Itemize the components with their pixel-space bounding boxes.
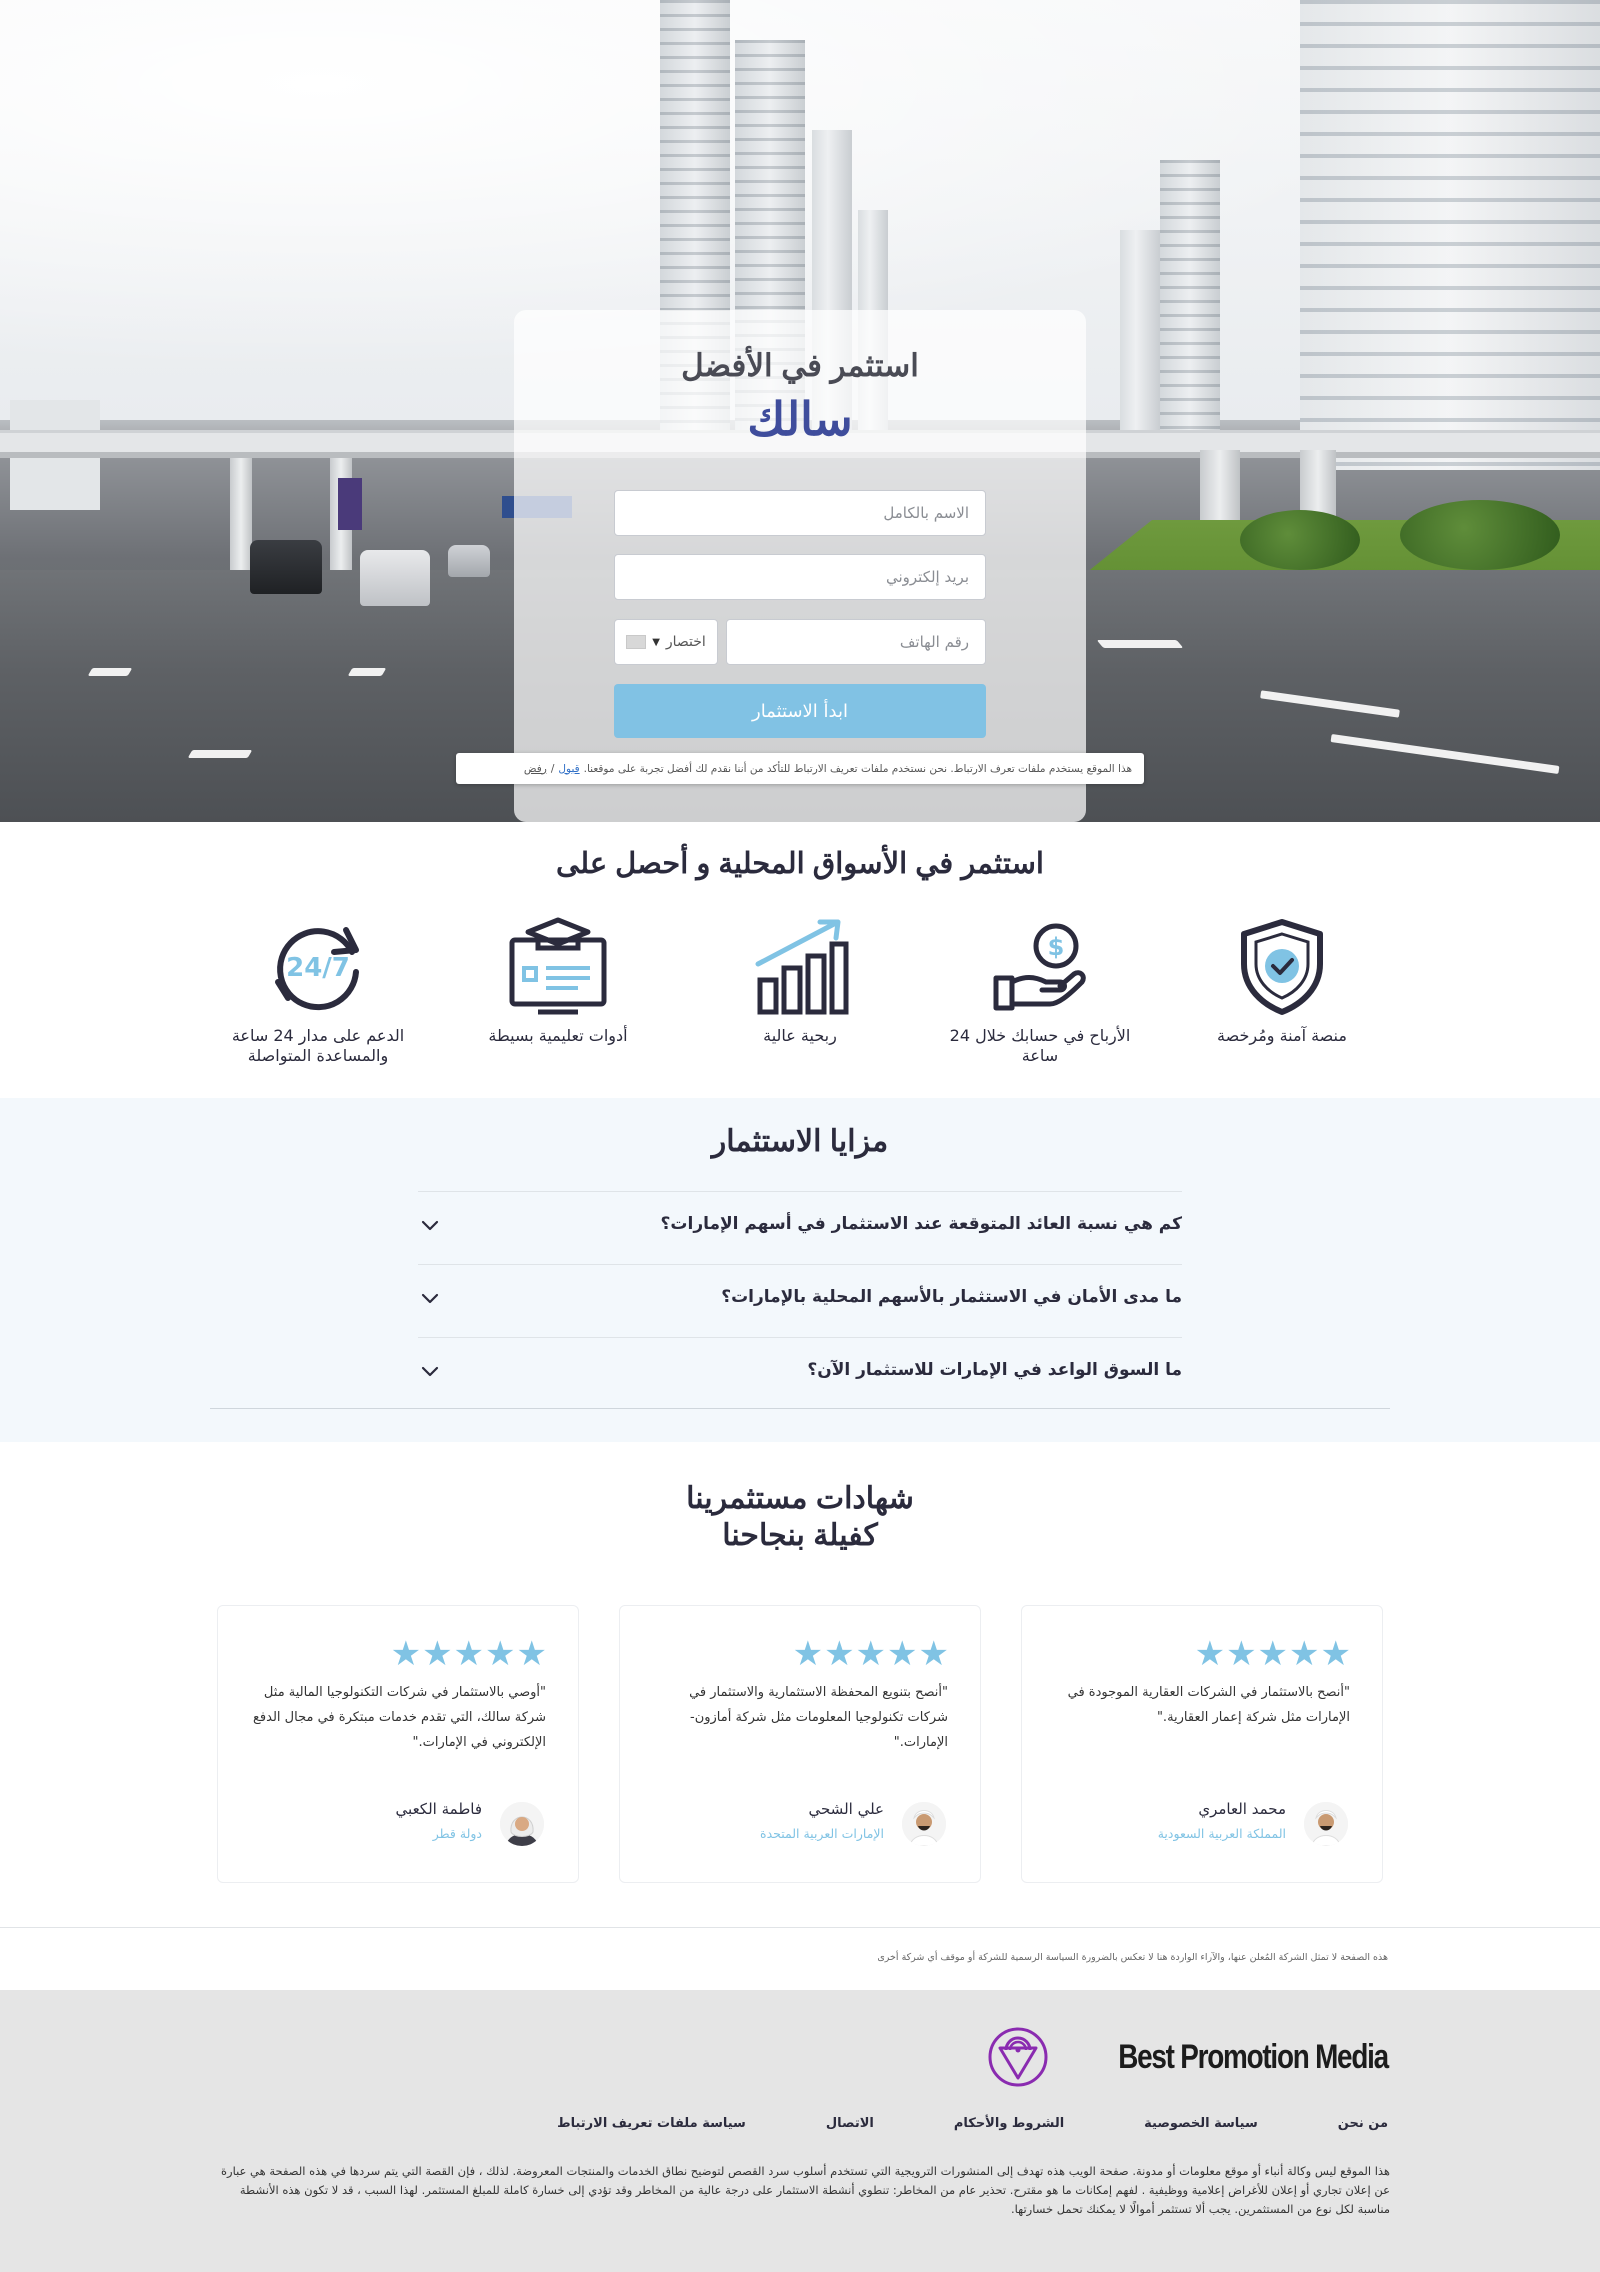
testimonial-name: محمد العامري: [1198, 1800, 1286, 1818]
hero-bush: [1240, 510, 1360, 570]
benefit-high-profit: ربحية عالية: [700, 916, 900, 1046]
testimonial-text: "أنصح بتنويع المحفظة الاستثمارية والاستث…: [689, 1685, 948, 1750]
testimonial-text: "أوصي بالاستثمار في شركات التكنولوجيا ال…: [253, 1685, 546, 1750]
hand-coin-icon: $: [993, 923, 1086, 1011]
hero-pillar: [230, 458, 252, 578]
hero-bush: [1400, 500, 1560, 570]
faq-question: ما السوق الواعد في الإمارات للاستثمار ال…: [807, 1360, 1182, 1380]
testimonials-title-line1: شهادات مستثمرينا: [686, 1482, 914, 1515]
cookie-reject-link[interactable]: رفض: [524, 763, 547, 775]
footer-link-about[interactable]: من نحن: [1338, 2116, 1388, 2131]
faq-divider: [210, 1408, 1390, 1409]
benefit-label: أدوات تعليمية بسيطة: [488, 1026, 628, 1045]
flag-icon: [626, 635, 647, 649]
phone-input[interactable]: [726, 619, 986, 665]
chevron-down-icon: [421, 1220, 439, 1231]
lane-marking: [187, 750, 253, 758]
hero-title: استثمر في الأفضل: [681, 348, 919, 383]
cookie-accept-link[interactable]: قبول: [558, 763, 579, 775]
benefit-label: الدعم على مدار 24 ساعة والمساعدة المتواص…: [231, 1026, 405, 1065]
testimonial-name: علي الشحي: [808, 1800, 885, 1818]
country-code-label: اختصار: [665, 634, 706, 650]
footer-link-contact[interactable]: الاتصال: [826, 2116, 874, 2131]
cookie-banner: هذا الموقع يستخدم ملفات تعرف الارتباط. ن…: [456, 753, 1144, 784]
benefit-label: الأرباح في حسابك خلال 24 ساعة: [949, 1026, 1131, 1065]
testimonial-card: ★★★★★ "أنصح بالاستثمار في الشركات العقار…: [1021, 1605, 1383, 1883]
testimonial-country: المملكة العربية السعودية: [1157, 1826, 1286, 1841]
support-24-7-icon: 24/7: [275, 927, 359, 1011]
hero-car: [448, 545, 490, 577]
testimonial-card: ★★★★★ "أوصي بالاستثمار في شركات التكنولو…: [217, 1605, 579, 1883]
testimonial-text: "أنصح بالاستثمار في الشركات العقارية الم…: [1067, 1685, 1350, 1725]
caret-down-icon: ▼: [652, 636, 660, 648]
testimonial-country: الإمارات العربية المتحدة: [760, 1826, 884, 1841]
avatar: [500, 1802, 544, 1846]
footer: Best Promotion Media من نحن سياسة الخصوص…: [0, 1990, 1600, 2272]
footer-link-terms[interactable]: الشروط والأحكام: [954, 2116, 1064, 2131]
full-name-input[interactable]: [614, 490, 986, 536]
faq-item[interactable]: ما مدى الأمان في الاستثمار بالأسهم المحل…: [418, 1264, 1182, 1337]
lane-marking: [347, 668, 387, 676]
logo-text: Best Promotion Media: [1118, 2037, 1389, 2076]
brand-logo-icon: [988, 2027, 1048, 2087]
shield-check-icon: [1241, 919, 1323, 1015]
testimonial-country: دولة قطر: [432, 1826, 482, 1841]
disclaimer-text: هذه الصفحة لا تمثل الشركة المُعلن عنها، …: [877, 1952, 1388, 1963]
footer-link-cookies[interactable]: سياسة ملفات تعريف الارتباط: [557, 2116, 746, 2131]
hero-car: [360, 550, 430, 606]
education-screen-icon: [509, 917, 607, 1015]
disclaimer-divider: [0, 1927, 1600, 1928]
benefit-education-tools: أدوات تعليمية بسيطة: [458, 916, 658, 1046]
footer-logo[interactable]: Best Promotion Media: [987, 2026, 1389, 2088]
avatar: [902, 1802, 946, 1846]
star-rating: ★★★★★: [390, 1634, 548, 1674]
faq-title: مزايا الاستثمار: [711, 1125, 889, 1158]
hero-brand-name: سالك: [747, 393, 853, 445]
hero-building: [1300, 0, 1600, 470]
country-code-select[interactable]: اختصار ▼: [614, 619, 718, 665]
benefits-title: استثمر في الأسواق المحلية و أحصل على: [556, 848, 1044, 880]
lane-marking: [1096, 640, 1184, 648]
testimonial-card: ★★★★★ "أنصح بتنويع المحفظة الاستثمارية و…: [619, 1605, 981, 1883]
person-avatar-icon: [902, 1802, 946, 1846]
person-avatar-icon: [1304, 1802, 1348, 1846]
footer-nav: من نحن سياسة الخصوصية الشروط والأحكام ال…: [477, 2116, 1388, 2131]
testimonials-title-line2: كفيلة بنجاحنا: [722, 1519, 878, 1552]
bar-chart-growth-icon: [755, 919, 849, 1015]
cookie-text: هذا الموقع يستخدم ملفات تعرف الارتباط. ن…: [583, 762, 1132, 775]
lane-marking: [87, 668, 133, 676]
faq-question: ما مدى الأمان في الاستثمار بالأسهم المحل…: [721, 1287, 1182, 1307]
person-avatar-icon: [500, 1802, 544, 1846]
hero-billboard: [338, 478, 362, 530]
hero-car: [250, 540, 322, 594]
benefit-label: ربحية عالية: [763, 1026, 837, 1045]
avatar: [1304, 1802, 1348, 1846]
faq-item[interactable]: كم هي نسبة العائد المتوقعة عند الاستثمار…: [418, 1191, 1182, 1264]
footer-link-privacy[interactable]: سياسة الخصوصية: [1144, 2116, 1258, 2131]
cookie-separator: /: [550, 762, 555, 775]
phone-row: اختصار ▼: [614, 619, 986, 665]
faq-question: كم هي نسبة العائد المتوقعة عند الاستثمار…: [660, 1214, 1182, 1234]
chevron-down-icon: [421, 1366, 439, 1377]
star-rating: ★★★★★: [792, 1634, 950, 1674]
email-input[interactable]: [614, 554, 986, 600]
testimonial-name: فاطمة الكعبي: [395, 1800, 482, 1818]
benefit-support-24-7: 24/7 الدعم على مدار 24 ساعة والمساعدة ال…: [218, 916, 418, 1066]
star-rating: ★★★★★: [1194, 1634, 1352, 1674]
svg-text:24/7: 24/7: [286, 953, 350, 983]
benefit-profits-24h: $ الأرباح في حسابك خلال 24 ساعة: [940, 916, 1140, 1066]
hero-tower: [1160, 160, 1220, 440]
faq-item[interactable]: ما السوق الواعد في الإمارات للاستثمار ال…: [418, 1337, 1182, 1410]
benefit-secure-platform: منصة آمنة ومُرخصة: [1182, 916, 1382, 1046]
start-investing-button[interactable]: ابدأ الاستثمار: [614, 684, 986, 738]
footer-legal-text: هذا الموقع ليس وكالة أنباء أو موقع معلوم…: [220, 2164, 1390, 2216]
svg-text:$: $: [1048, 933, 1065, 961]
chevron-down-icon: [421, 1293, 439, 1304]
hero-tower: [1120, 230, 1160, 440]
signup-form-card: استثمر في الأفضل سالك اختصار ▼ ابدأ الاس…: [514, 310, 1086, 822]
hero-section: استثمر في الأفضل سالك اختصار ▼ ابدأ الاس…: [0, 0, 1600, 822]
benefit-label: منصة آمنة ومُرخصة: [1217, 1026, 1347, 1045]
